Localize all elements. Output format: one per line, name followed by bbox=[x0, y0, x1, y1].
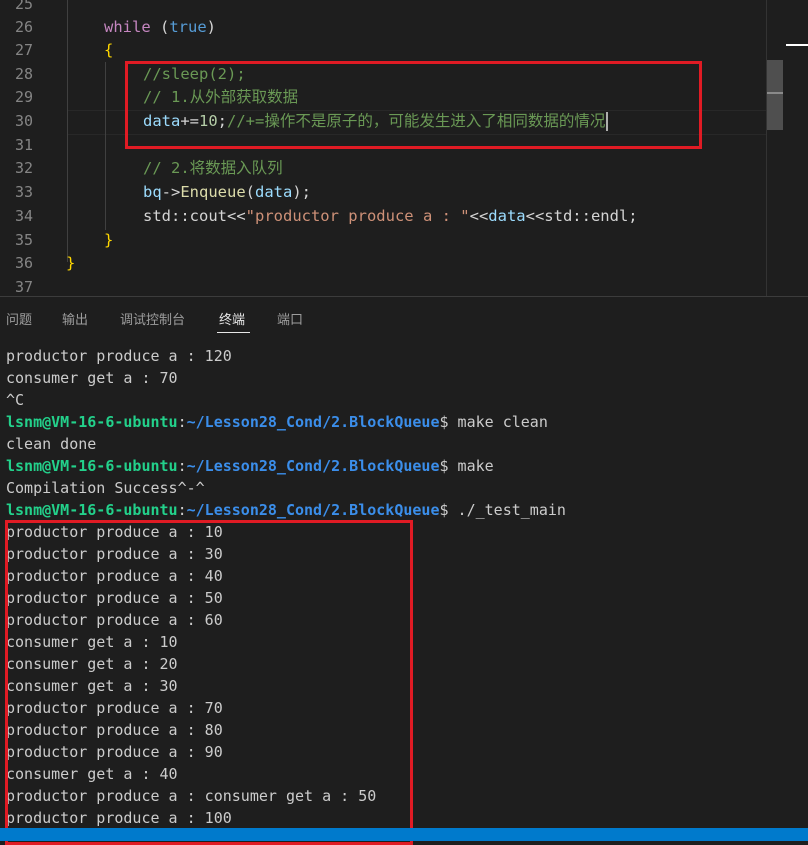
tab-ports[interactable]: 端口 bbox=[277, 309, 303, 328]
terminal-line: ^C bbox=[6, 391, 25, 409]
line-number: 26 bbox=[14, 18, 33, 36]
terminal-prompt-line: lsnm@VM-16-6-ubuntu:~/Lesson28_Cond/2.Bl… bbox=[6, 501, 566, 519]
line-number: 33 bbox=[14, 183, 33, 201]
prompt-command: $ make clean bbox=[439, 413, 548, 431]
line-number: 36 bbox=[14, 254, 33, 272]
prompt-user: lsnm@VM-16-6-ubuntu bbox=[6, 457, 178, 475]
code-editor[interactable]: 25 26 27 28 29 30 31 32 33 34 35 36 37 w… bbox=[0, 0, 808, 296]
line-number: 32 bbox=[14, 159, 33, 177]
line-number-gutter: 25 26 27 28 29 30 31 32 33 34 35 36 37 bbox=[0, 0, 48, 296]
tab-problems[interactable]: 问题 bbox=[6, 309, 32, 328]
prompt-path: ~/Lesson28_Cond/2.BlockQueue bbox=[186, 501, 440, 519]
line-number: 35 bbox=[14, 231, 33, 249]
terminal-line: clean done bbox=[6, 435, 97, 453]
line-number: 28 bbox=[14, 65, 33, 83]
brace-open: { bbox=[104, 41, 114, 59]
prompt-path: ~/Lesson28_Cond/2.BlockQueue bbox=[186, 457, 440, 475]
keyword-true: true bbox=[169, 18, 207, 36]
tab-debug-console[interactable]: 调试控制台 bbox=[120, 309, 185, 328]
highlight-box-terminal bbox=[5, 520, 413, 845]
prompt-path: ~/Lesson28_Cond/2.BlockQueue bbox=[186, 413, 440, 431]
line-number: 30 bbox=[14, 112, 33, 130]
brace-close-inner: } bbox=[104, 231, 114, 249]
terminal-line: productor produce a : 120 bbox=[6, 347, 232, 365]
code-line-enqueue: bq->Enqueue(data); bbox=[143, 183, 312, 201]
prompt-command: $ ./_test_main bbox=[439, 501, 566, 519]
line-number: 29 bbox=[14, 88, 33, 106]
line-number: 25 bbox=[14, 0, 33, 13]
code-line-while: while (true) bbox=[104, 18, 217, 36]
terminal-prompt-line: lsnm@VM-16-6-ubuntu:~/Lesson28_Cond/2.Bl… bbox=[6, 457, 494, 475]
tab-output[interactable]: 输出 bbox=[62, 309, 88, 328]
status-bar bbox=[0, 828, 808, 841]
prompt-user: lsnm@VM-16-6-ubuntu bbox=[6, 413, 178, 431]
editor-scrollbar-thumb[interactable] bbox=[767, 60, 783, 130]
terminal-line: Compilation Success^-^ bbox=[6, 479, 205, 497]
line-number: 27 bbox=[14, 41, 33, 59]
panel-tabs: 问题 输出 调试控制台 终端 端口 bbox=[0, 297, 808, 337]
terminal-line: consumer get a : 70 bbox=[6, 369, 178, 387]
active-tab-indicator bbox=[217, 332, 250, 333]
line-number: 34 bbox=[14, 207, 33, 225]
line-number: 37 bbox=[14, 278, 33, 296]
line-number: 31 bbox=[14, 136, 33, 154]
prompt-command: $ make bbox=[439, 457, 494, 475]
scrollbar-cursor-marker bbox=[767, 92, 783, 94]
overview-ruler-marker bbox=[786, 44, 808, 46]
code-line-cout: std::cout<<"productor produce a : "<<dat… bbox=[143, 207, 638, 225]
terminal-prompt-line: lsnm@VM-16-6-ubuntu:~/Lesson28_Cond/2.Bl… bbox=[6, 413, 548, 431]
keyword-while: while bbox=[104, 18, 151, 36]
brace-close-outer: } bbox=[66, 254, 76, 272]
minimap-divider bbox=[766, 0, 767, 296]
code-comment-step2: // 2.将数据入队列 bbox=[143, 159, 283, 177]
prompt-user: lsnm@VM-16-6-ubuntu bbox=[6, 501, 178, 519]
highlight-box-code bbox=[125, 61, 702, 149]
tab-terminal[interactable]: 终端 bbox=[219, 309, 245, 328]
